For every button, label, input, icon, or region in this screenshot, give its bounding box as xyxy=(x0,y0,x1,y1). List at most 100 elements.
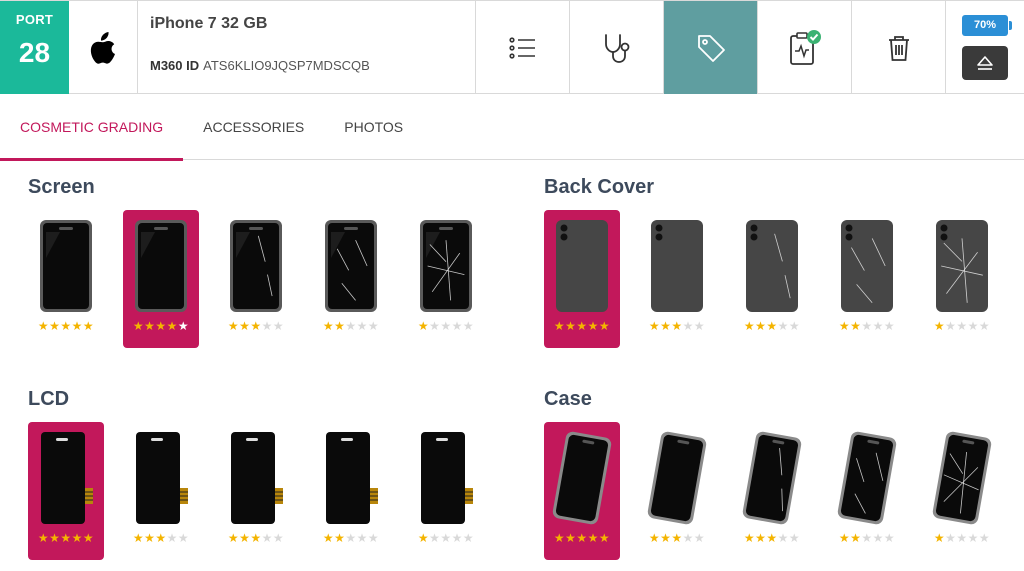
rating-stars: ★★★★★ xyxy=(554,320,610,332)
star-icon: ★ xyxy=(587,319,599,333)
star-icon: ★ xyxy=(587,531,599,545)
star-icon: ★ xyxy=(49,531,61,545)
star-icon: ★ xyxy=(693,531,706,545)
star-icon: ★ xyxy=(144,531,156,545)
grade-option[interactable]: ★★★★★ xyxy=(924,210,1000,348)
star-icon: ★ xyxy=(356,319,368,333)
star-icon: ★ xyxy=(648,531,661,545)
star-icon: ★ xyxy=(682,531,694,545)
grade-option[interactable]: ★★★★★ xyxy=(28,210,104,348)
device-name: iPhone 7 32 GB xyxy=(150,15,268,32)
grade-option[interactable]: ★★★★★ xyxy=(313,210,389,348)
star-icon: ★ xyxy=(155,319,167,333)
tab-cosmetic-grading[interactable]: COSMETIC GRADING xyxy=(0,94,184,161)
phone-front-icon xyxy=(135,220,187,312)
grade-option[interactable]: ★★★★★ xyxy=(544,422,620,560)
star-icon: ★ xyxy=(155,531,167,545)
phone-front-icon xyxy=(325,220,377,312)
star-icon: ★ xyxy=(417,319,430,333)
star-icon: ★ xyxy=(671,319,683,333)
delete-button[interactable] xyxy=(852,1,946,94)
rating-stars: ★★★★★ xyxy=(934,320,990,332)
section-title: Back Cover xyxy=(544,176,655,198)
star-icon: ★ xyxy=(462,319,475,333)
battery-indicator: 70% xyxy=(962,14,1012,36)
star-icon: ★ xyxy=(334,319,346,333)
grade-option[interactable]: ★★★★★ xyxy=(734,422,810,560)
star-icon: ★ xyxy=(37,319,50,333)
star-icon: ★ xyxy=(945,319,957,333)
grade-option[interactable]: ★★★★★ xyxy=(28,422,104,560)
grade-option[interactable]: ★★★★★ xyxy=(829,422,905,560)
rating-stars: ★★★★★ xyxy=(839,532,895,544)
star-icon: ★ xyxy=(766,319,778,333)
star-icon: ★ xyxy=(788,319,801,333)
apple-logo-icon xyxy=(90,31,115,64)
star-icon: ★ xyxy=(788,531,801,545)
grade-option[interactable]: ★★★★★ xyxy=(218,210,294,348)
star-icon: ★ xyxy=(598,531,611,545)
device-id-value: ATS6KLIO9JQSP7MDSCQB xyxy=(203,58,370,73)
phone-back-icon xyxy=(651,220,703,312)
phone-case-icon xyxy=(932,431,992,525)
star-icon: ★ xyxy=(956,319,968,333)
grade-option[interactable]: ★★★★★ xyxy=(123,210,199,348)
grade-option[interactable]: ★★★★★ xyxy=(408,210,484,348)
tab-photos[interactable]: PHOTOS xyxy=(324,94,423,160)
list-icon xyxy=(508,36,535,59)
grade-option[interactable]: ★★★★★ xyxy=(639,422,715,560)
grade-option[interactable]: ★★★★★ xyxy=(408,422,484,560)
star-icon: ★ xyxy=(648,319,661,333)
lcd-panel-icon xyxy=(421,432,473,524)
diagnostics-button[interactable] xyxy=(570,1,664,94)
phone-back-icon xyxy=(936,220,988,312)
rating-stars: ★★★★★ xyxy=(649,532,705,544)
lcd-panel-icon xyxy=(136,432,188,524)
star-icon: ★ xyxy=(440,531,452,545)
phone-back-icon xyxy=(841,220,893,312)
grade-option[interactable]: ★★★★★ xyxy=(734,210,810,348)
star-icon: ★ xyxy=(429,319,441,333)
star-icon: ★ xyxy=(367,531,380,545)
grade-option[interactable]: ★★★★★ xyxy=(829,210,905,348)
grade-option[interactable]: ★★★★★ xyxy=(218,422,294,560)
grade-option[interactable]: ★★★★★ xyxy=(544,210,620,348)
star-icon: ★ xyxy=(451,531,463,545)
phone-back-icon xyxy=(556,220,608,312)
rating-stars: ★★★★★ xyxy=(554,532,610,544)
phone-front-icon xyxy=(40,220,92,312)
star-icon: ★ xyxy=(261,319,273,333)
star-icon: ★ xyxy=(345,531,357,545)
back-cover-section: Back Cover ★★★★★ ★★★★★ ★★★★★ ★★★★★ ★★★★★ xyxy=(544,176,1024,348)
eject-button[interactable] xyxy=(962,45,1008,80)
grade-option[interactable]: ★★★★★ xyxy=(924,422,1000,560)
star-icon: ★ xyxy=(850,531,862,545)
port-number: 28 xyxy=(18,37,51,68)
star-icon: ★ xyxy=(60,531,72,545)
star-icon: ★ xyxy=(37,531,50,545)
star-icon: ★ xyxy=(693,319,706,333)
details-button[interactable] xyxy=(476,1,570,94)
star-icon: ★ xyxy=(356,531,368,545)
tab-accessories[interactable]: ACCESSORIES xyxy=(183,94,324,160)
report-button[interactable] xyxy=(758,1,852,94)
star-icon: ★ xyxy=(239,531,251,545)
star-icon: ★ xyxy=(671,531,683,545)
star-icon: ★ xyxy=(850,319,862,333)
grade-option[interactable]: ★★★★★ xyxy=(123,422,199,560)
rating-stars: ★★★★★ xyxy=(133,532,189,544)
star-icon: ★ xyxy=(227,319,240,333)
rating-stars: ★★★★★ xyxy=(418,320,474,332)
star-icon: ★ xyxy=(60,319,72,333)
star-icon: ★ xyxy=(132,531,145,545)
star-icon: ★ xyxy=(660,531,672,545)
grade-option[interactable]: ★★★★★ xyxy=(313,422,389,560)
phone-case-icon xyxy=(647,431,707,525)
star-icon: ★ xyxy=(755,319,767,333)
grade-option[interactable]: ★★★★★ xyxy=(639,210,715,348)
star-icon: ★ xyxy=(872,531,884,545)
grading-button[interactable] xyxy=(664,1,758,94)
star-icon: ★ xyxy=(883,531,896,545)
phone-front-icon xyxy=(230,220,282,312)
device-id: M360 ID ATS6KLIO9JQSP7MDSCQB xyxy=(150,58,475,73)
